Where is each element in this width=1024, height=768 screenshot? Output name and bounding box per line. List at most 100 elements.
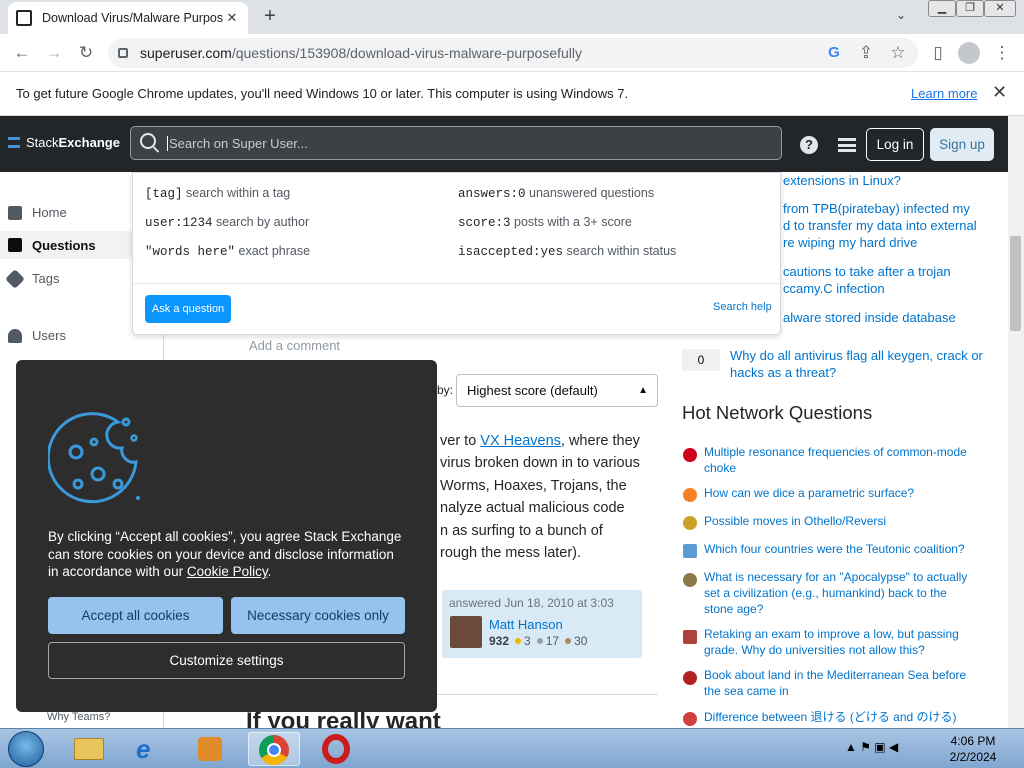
cookie-message-end: . bbox=[267, 564, 272, 579]
clock-date: 2/2/2024 bbox=[949, 750, 997, 764]
site-icon bbox=[683, 488, 697, 502]
page-scrollbar[interactable] bbox=[1008, 116, 1024, 728]
tab-search-icon[interactable]: ⌄ bbox=[896, 8, 906, 22]
restore-button[interactable]: ❐ bbox=[956, 0, 984, 17]
user-signature-card: answered Jun 18, 2010 at 3:03 Matt Hanso… bbox=[442, 590, 642, 658]
back-icon[interactable]: ← bbox=[10, 41, 34, 65]
internet-explorer-taskbar-icon[interactable]: e bbox=[124, 732, 176, 766]
explorer-taskbar-icon[interactable] bbox=[64, 732, 116, 766]
hnq-link[interactable]: Book about land in the Mediterranean Sea… bbox=[704, 667, 974, 699]
hnq-link[interactable]: Multiple resonance frequencies of common… bbox=[704, 444, 974, 476]
hnq-link[interactable]: What is necessary for an "Apocalypse" to… bbox=[704, 569, 974, 617]
stackexchange-logo[interactable]: Stack Exchange bbox=[8, 135, 120, 150]
hnq-link[interactable]: Difference between 退ける (どける and のける) bbox=[704, 709, 974, 725]
site-switcher-icon[interactable] bbox=[838, 138, 856, 152]
ask-question-button[interactable]: Ask a question bbox=[145, 295, 231, 323]
search-input[interactable]: Search on Super User... bbox=[130, 126, 782, 160]
nav-users[interactable]: Users bbox=[8, 328, 66, 343]
rep-score: 932 bbox=[489, 634, 510, 648]
sort-value: Highest score (default) bbox=[467, 383, 598, 398]
nav-home[interactable]: Home bbox=[8, 205, 67, 220]
login-button[interactable]: Log in bbox=[866, 128, 924, 161]
search-help-link[interactable]: Search help bbox=[713, 301, 772, 313]
hnq-link[interactable]: How can we dice a parametric surface? bbox=[704, 485, 974, 501]
clock-time: 4:06 PM bbox=[950, 734, 996, 748]
nav-tags[interactable]: Tags bbox=[5, 268, 59, 289]
questions-icon bbox=[8, 238, 22, 252]
hnq-link[interactable]: Retaking an exam to improve a low, but p… bbox=[704, 626, 974, 658]
signup-button[interactable]: Sign up bbox=[930, 128, 994, 161]
cookie-message: By clicking “Accept all cookies”, you ag… bbox=[48, 528, 408, 581]
close-window-button[interactable]: ✕ bbox=[984, 0, 1016, 17]
linked-question[interactable]: extensions in Linux? bbox=[783, 172, 901, 189]
profile-avatar-icon[interactable] bbox=[958, 42, 980, 64]
answer-text: , where they bbox=[560, 433, 640, 449]
answer-line: Worms, Hoaxes, Trojans, the bbox=[440, 478, 627, 494]
taskbar-clock[interactable]: 4:06 PM 2/2/2024 bbox=[940, 733, 1006, 765]
user-name-link[interactable]: Matt Hanson bbox=[489, 617, 563, 632]
chrome-update-infobar: To get future Google Chrome updates, you… bbox=[0, 72, 1024, 116]
url-path: /questions/153908/download-virus-malware… bbox=[231, 45, 583, 61]
sort-select[interactable]: Highest score (default) ▲ bbox=[456, 374, 658, 407]
tag-icon bbox=[5, 268, 25, 289]
chrome-taskbar-icon[interactable] bbox=[248, 732, 300, 766]
tab-title: Download Virus/Malware Purpos bbox=[42, 11, 224, 25]
minimize-button[interactable]: ▁ bbox=[928, 0, 956, 17]
learn-more-link[interactable]: Learn more bbox=[911, 86, 977, 101]
linked-question[interactable]: cautions to take after a trojan ccamy.C … bbox=[783, 263, 951, 297]
tab-close-icon[interactable]: ✕ bbox=[224, 10, 240, 26]
site-icon bbox=[683, 573, 697, 587]
avatar[interactable] bbox=[450, 616, 482, 648]
media-player-taskbar-icon[interactable] bbox=[184, 732, 236, 766]
answer-line: ver to VX Heavens, where they bbox=[440, 430, 640, 453]
add-comment-link[interactable]: Add a comment bbox=[249, 338, 340, 353]
start-button[interactable] bbox=[8, 731, 44, 767]
gold-count: 3 bbox=[524, 634, 531, 648]
infobar-close-icon[interactable]: ✕ bbox=[992, 82, 1007, 103]
menu-kebab-icon[interactable]: ⋮ bbox=[990, 41, 1014, 65]
scrollbar-thumb[interactable] bbox=[1010, 236, 1021, 331]
browser-toolbar: ← → ↻ superuser.com/questions/153908/dow… bbox=[0, 34, 1024, 72]
search-hints-dropdown: [tag] search within a tag user:1234 sear… bbox=[132, 172, 781, 335]
hint-text: unanswered questions bbox=[529, 186, 655, 200]
cookie-consent-dialog: By clicking “Accept all cookies”, you ag… bbox=[16, 360, 437, 712]
sort-label: by: bbox=[437, 383, 454, 397]
new-tab-button[interactable]: + bbox=[258, 5, 282, 28]
google-translate-icon[interactable]: G bbox=[822, 41, 846, 65]
bronze-badge-icon bbox=[565, 638, 572, 644]
customize-settings-button[interactable]: Customize settings bbox=[48, 642, 405, 679]
hint-text: posts with a 3+ score bbox=[514, 215, 632, 229]
necessary-cookies-button[interactable]: Necessary cookies only bbox=[231, 597, 405, 634]
opera-taskbar-icon[interactable] bbox=[310, 732, 362, 766]
hnq-link[interactable]: Possible moves in Othello/Reversi bbox=[704, 513, 974, 529]
hint-text: search by author bbox=[216, 215, 310, 229]
search-hint: "words here" exact phrase bbox=[145, 244, 310, 259]
hint-syntax: user:1234 bbox=[145, 216, 213, 230]
linked-question[interactable]: alware stored inside database bbox=[783, 309, 956, 326]
address-bar[interactable]: superuser.com/questions/153908/download-… bbox=[108, 38, 918, 68]
share-icon[interactable]: ⇪ bbox=[854, 41, 878, 65]
sort-arrows-icon: ▲ bbox=[638, 385, 648, 396]
side-panel-icon[interactable]: ▯ bbox=[926, 41, 950, 65]
accept-all-cookies-button[interactable]: Accept all cookies bbox=[48, 597, 223, 634]
nav-home-label: Home bbox=[32, 205, 67, 220]
search-hint: score:3 posts with a 3+ score bbox=[458, 215, 632, 230]
bookmark-star-icon[interactable]: ☆ bbox=[886, 41, 910, 65]
system-tray[interactable]: ▲ ⚑ ▣ ◀ bbox=[845, 740, 898, 754]
answer-line: n as surfing to a bunch of bbox=[440, 523, 603, 539]
hnq-link[interactable]: Which four countries were the Teutonic c… bbox=[704, 541, 974, 557]
browser-tab[interactable]: Download Virus/Malware Purpos ✕ bbox=[8, 2, 248, 34]
forward-icon[interactable]: → bbox=[42, 41, 66, 65]
help-icon[interactable]: ? bbox=[800, 136, 818, 154]
gold-badge-icon bbox=[515, 638, 522, 644]
search-hint: isaccepted:yes search within status bbox=[458, 244, 676, 259]
stackexchange-topbar: Stack Exchange Search on Super User... ? … bbox=[0, 116, 1024, 172]
linked-question[interactable]: Why do all antivirus flag all keygen, cr… bbox=[730, 347, 990, 381]
why-teams-link[interactable]: Why Teams? bbox=[47, 711, 110, 723]
vx-heavens-link[interactable]: VX Heavens bbox=[480, 433, 561, 449]
stackexchange-logo-icon bbox=[8, 137, 20, 148]
url-host: superuser.com bbox=[140, 45, 232, 61]
reload-icon[interactable]: ↻ bbox=[74, 41, 98, 65]
linked-question[interactable]: from TPB(piratebay) infected my d to tra… bbox=[783, 200, 977, 251]
cookie-policy-link[interactable]: Cookie Policy bbox=[187, 564, 268, 579]
